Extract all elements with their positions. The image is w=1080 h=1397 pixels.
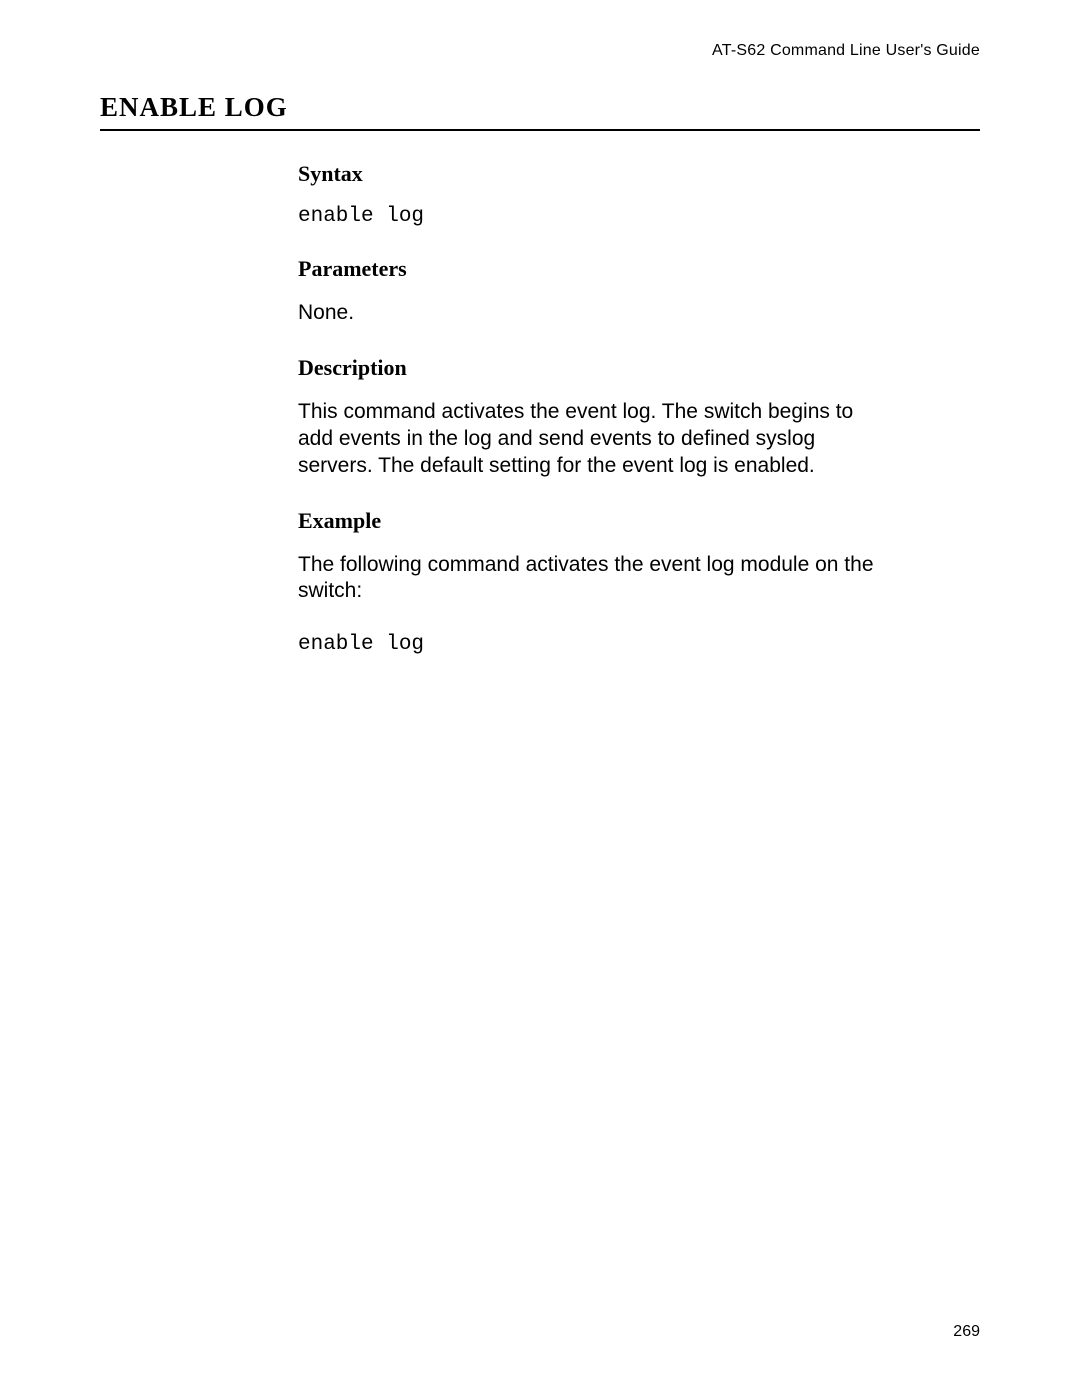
parameters-text: None. bbox=[298, 300, 888, 327]
example-code: enable log bbox=[298, 633, 888, 656]
command-title: ENABLE LOG bbox=[100, 92, 980, 123]
section-heading-syntax: Syntax bbox=[298, 161, 888, 187]
title-rule bbox=[100, 129, 980, 131]
description-text: This command activates the event log. Th… bbox=[298, 399, 888, 480]
section-heading-parameters: Parameters bbox=[298, 256, 888, 282]
example-text: The following command activates the even… bbox=[298, 552, 888, 606]
page-number: 269 bbox=[953, 1323, 980, 1341]
running-header: AT-S62 Command Line User's Guide bbox=[100, 42, 980, 60]
syntax-code: enable log bbox=[298, 205, 888, 228]
content-column: Syntax enable log Parameters None. Descr… bbox=[298, 161, 888, 656]
page: AT-S62 Command Line User's Guide ENABLE … bbox=[0, 0, 1080, 1397]
section-heading-description: Description bbox=[298, 355, 888, 381]
section-heading-example: Example bbox=[298, 508, 888, 534]
